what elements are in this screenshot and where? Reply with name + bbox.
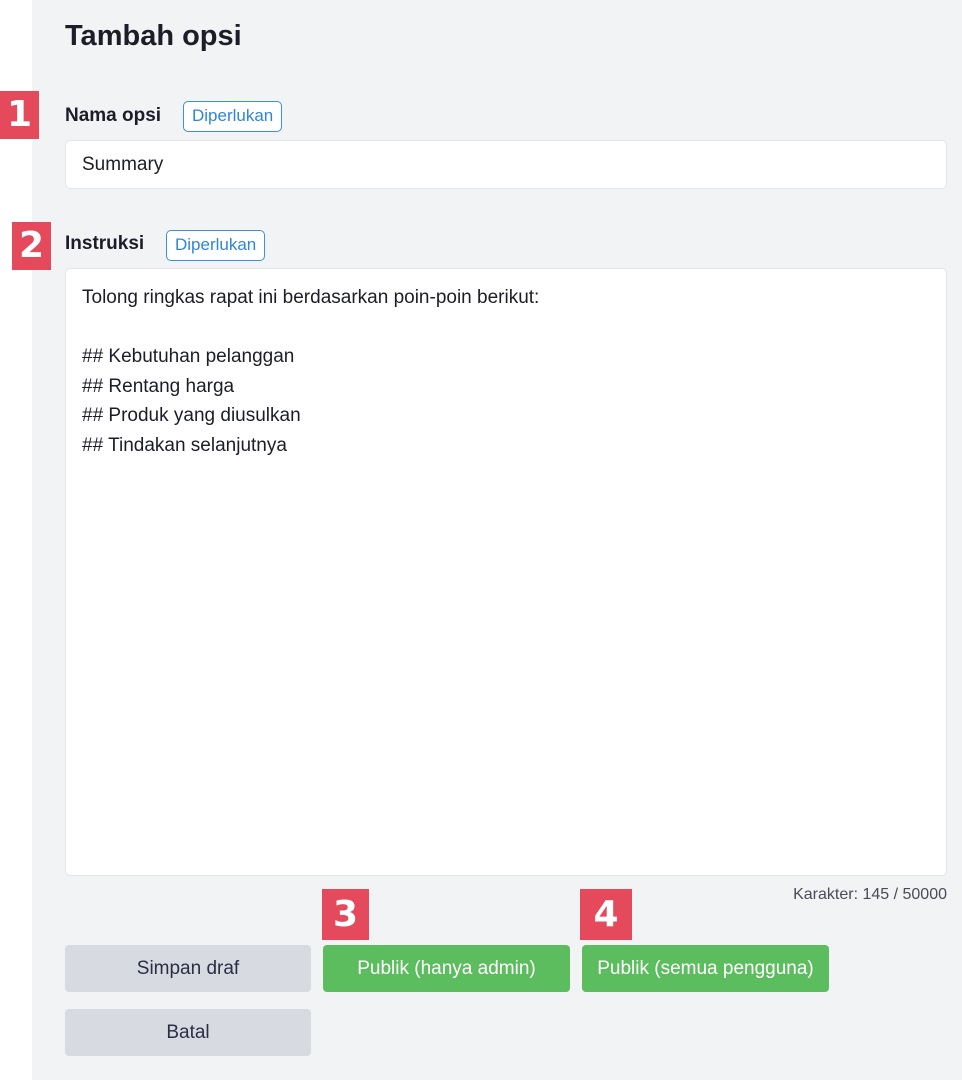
instructions-field-label: Instruksi (65, 233, 145, 254)
step-marker-3: 3 (322, 889, 369, 940)
cancel-button[interactable]: Batal (65, 1009, 311, 1056)
instructions-line: ## Tindakan selanjutnya (82, 434, 287, 456)
instructions-line: ## Produk yang diusulkan (82, 405, 301, 426)
instructions-line (82, 313, 930, 343)
instructions-textarea[interactable]: Tolong ringkas rapat ini berdasarkan poi… (65, 268, 947, 876)
character-counter: Karakter: 145 / 50000 (793, 886, 947, 903)
step-marker-1: 1 (0, 91, 39, 139)
instructions-line: ## Kebutuhan pelanggan (82, 346, 295, 367)
save-draft-button[interactable]: Simpan draf (65, 945, 311, 992)
instructions-line: Tolong ringkas rapat ini berdasarkan poi… (82, 287, 540, 308)
instructions-line: ## Rentang harga (82, 375, 235, 397)
step-marker-4: 4 (580, 889, 632, 940)
name-required-badge: Diperlukan (183, 101, 283, 132)
name-field-label: Nama opsi (65, 105, 162, 126)
publish-all-users-button[interactable]: Publik (semua pengguna) (582, 945, 829, 992)
publish-admin-button[interactable]: Publik (hanya admin) (323, 945, 570, 992)
page-title: Tambah opsi (65, 20, 242, 52)
option-name-input[interactable]: Summary (65, 140, 947, 189)
instructions-required-badge: Diperlukan (166, 230, 266, 261)
step-marker-2: 2 (12, 222, 51, 270)
